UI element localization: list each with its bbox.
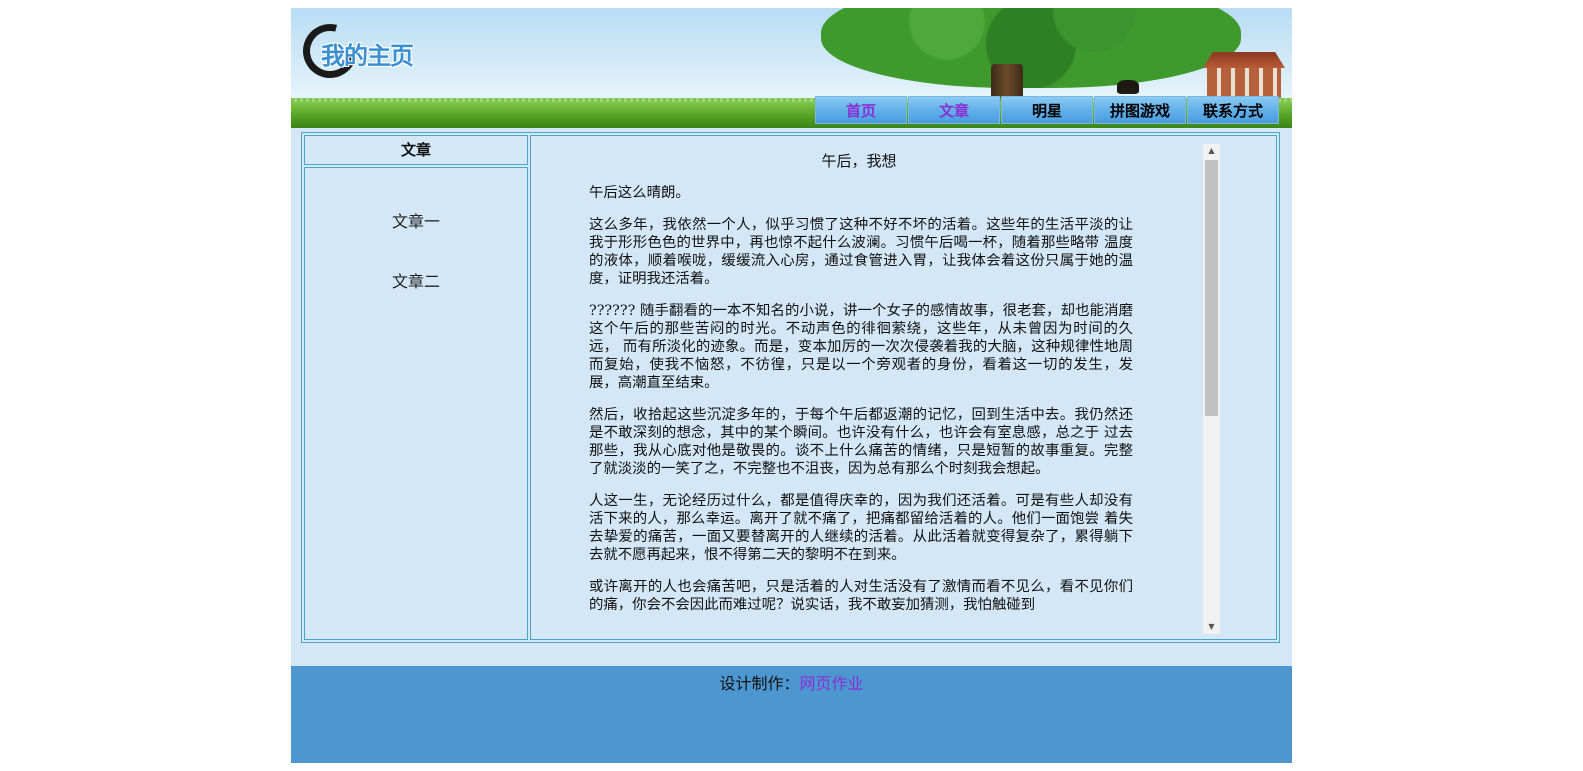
tree-image: [821, 8, 1241, 88]
article-scrollbar[interactable]: ▲ ▼: [1203, 144, 1220, 634]
article-panel: 午后，我想 午后这么晴朗。 这么多年，我依然一个人，似乎习惯了这种不好不坏的活着…: [530, 135, 1277, 640]
sidebar-heading: 文章: [304, 135, 528, 165]
header-banner: 我的主页 首页 文章 明星 拼图游戏 联系方式: [291, 8, 1292, 128]
article-paragraph: 然后，收拾起这些沉淀多年的，于每个午后都返潮的记忆，回到生活中去。我仍然还是不敢…: [589, 407, 1133, 477]
article-scroll-area[interactable]: 午后，我想 午后这么晴朗。 这么多年，我依然一个人，似乎习惯了这种不好不坏的活着…: [589, 136, 1133, 631]
scroll-up-arrow-icon[interactable]: ▲: [1203, 144, 1220, 158]
footer-label: 设计制作：: [719, 674, 800, 693]
nav-item-contact[interactable]: 联系方式: [1187, 96, 1279, 124]
nav-item-home[interactable]: 首页: [815, 96, 907, 124]
article-paragraph: ?????? 随手翻看的一本不知名的小说，讲一个女子的感情故事，很老套，却也能消…: [589, 303, 1133, 391]
sidebar: 文章一 文章二: [304, 167, 528, 640]
footer-credit: 设计制作：网页作业: [291, 670, 1292, 694]
article-paragraph: 这么多年，我依然一个人，似乎习惯了这种不好不坏的活着。这些年的生活平淡的让我于形…: [589, 217, 1133, 287]
scroll-down-arrow-icon[interactable]: ▼: [1203, 620, 1220, 634]
sidebar-item-article-1[interactable]: 文章一: [305, 208, 527, 232]
article-title: 午后，我想: [821, 152, 897, 170]
logo-text: 我的主页: [321, 42, 414, 70]
site-logo[interactable]: 我的主页: [293, 14, 433, 88]
footer: 设计制作：网页作业: [291, 666, 1292, 763]
house-image: [1203, 52, 1285, 98]
animal-silhouette: [1117, 80, 1139, 94]
nav-item-articles[interactable]: 文章: [908, 96, 1000, 124]
nav-item-stars[interactable]: 明星: [1001, 96, 1093, 124]
nav-item-puzzle-game[interactable]: 拼图游戏: [1094, 96, 1186, 124]
sidebar-item-article-2[interactable]: 文章二: [305, 268, 527, 292]
scrollbar-thumb[interactable]: [1205, 160, 1218, 416]
page: 我的主页 首页 文章 明星 拼图游戏 联系方式 文章 文章一 文章二 午后，我想…: [291, 8, 1292, 763]
footer-link[interactable]: 网页作业: [800, 674, 864, 693]
article-paragraph: 或许离开的人也会痛苦吧，只是活着的人对生活没有了激情而看不见么，看不见你们的痛，…: [589, 579, 1133, 613]
main-nav: 首页 文章 明星 拼图游戏 联系方式: [815, 96, 1279, 124]
article-paragraph: 人这一生，无论经历过什么，都是值得庆幸的，因为我们还活着。可是有些人却没有活下来…: [589, 493, 1133, 563]
article-paragraph: 午后这么晴朗。: [589, 185, 690, 201]
